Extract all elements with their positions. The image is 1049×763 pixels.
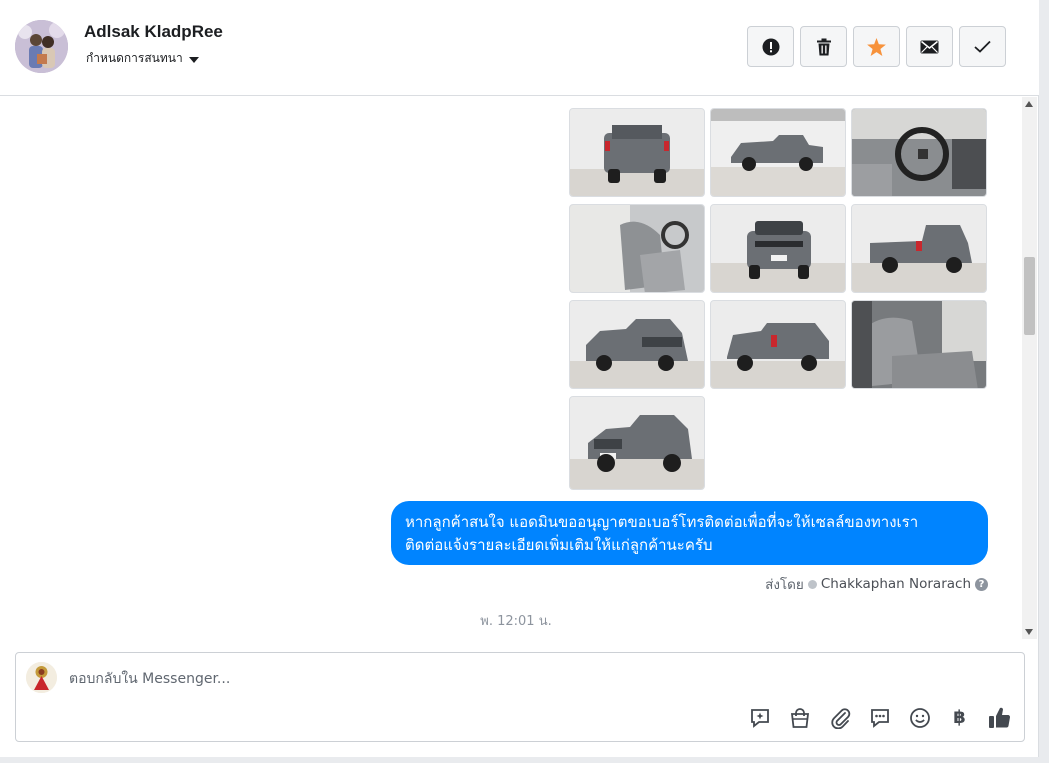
mark-done-button[interactable] [959, 26, 1006, 67]
like-button[interactable] [987, 705, 1012, 730]
assign-label: กำหนดการสนทนา [86, 51, 183, 65]
photo-attachment[interactable] [569, 300, 705, 389]
photo-attachment[interactable] [569, 396, 705, 490]
photo-attachment[interactable] [569, 108, 705, 197]
reply-composer: ฿ [15, 652, 1025, 742]
sent-by-label: ส่งโดย [765, 577, 804, 593]
photo-attachment[interactable] [710, 108, 846, 197]
sparkle-chat-icon [750, 708, 769, 728]
composer-tools: ฿ [747, 705, 1012, 730]
attach-button[interactable] [827, 705, 852, 730]
smiley-icon [909, 707, 930, 728]
baht-icon: ฿ [953, 707, 966, 728]
quick-reply-button[interactable] [867, 705, 892, 730]
emoji-button[interactable] [907, 705, 932, 730]
message-timestamp: พ. 12:01 น. [480, 614, 552, 629]
message-thread[interactable]: หากลูกค้าสนใจ แอดมินขออนุญาตขอเบอร์โทรติ… [0, 97, 1022, 639]
sender-name[interactable]: Chakkaphan Norarach [821, 576, 971, 592]
mark-unread-button[interactable] [906, 26, 953, 67]
saved-reply-button[interactable] [747, 705, 772, 730]
scroll-up-arrow-icon[interactable] [1025, 101, 1033, 107]
payment-button[interactable]: ฿ [947, 705, 972, 730]
photo-attachment[interactable] [851, 108, 987, 197]
page-avatar [26, 662, 57, 693]
scroll-thumb[interactable] [1024, 257, 1035, 335]
shop-button[interactable] [787, 705, 812, 730]
verified-icon [807, 579, 817, 589]
envelope-icon [920, 40, 939, 53]
assign-conversation-dropdown[interactable]: กำหนดการสนทนา [86, 49, 199, 68]
conversation-panel: Adlsak KladpRee กำหนดการสนทนา หากลูกค้าส… [0, 0, 1039, 757]
trash-icon [816, 38, 831, 55]
checkmark-icon [974, 40, 991, 53]
contact-avatar[interactable] [15, 20, 68, 73]
contact-name[interactable]: Adlsak KladpRee [84, 22, 223, 42]
reply-input[interactable] [69, 667, 969, 691]
help-icon[interactable]: ? [975, 577, 988, 591]
header-actions [747, 26, 1006, 67]
photo-attachment[interactable] [710, 300, 846, 389]
message-text-line-2: ติดต่อแจ้งรายละเอียดเพิ่มเติมให้แก่ลูกค้… [405, 536, 713, 554]
photo-attachment[interactable] [851, 204, 987, 293]
star-icon [867, 37, 886, 56]
shopping-bag-icon [790, 707, 809, 728]
photo-attachment[interactable] [851, 300, 987, 389]
chat-bubble-icon [870, 708, 889, 728]
thread-scrollbar[interactable] [1022, 97, 1037, 639]
delete-button[interactable] [800, 26, 847, 67]
report-button[interactable] [747, 26, 794, 67]
star-button[interactable] [853, 26, 900, 67]
message-bubble[interactable]: หากลูกค้าสนใจ แอดมินขออนุญาตขอเบอร์โทรติ… [391, 501, 988, 565]
thumbs-up-icon [988, 707, 1010, 728]
caret-down-icon [188, 56, 199, 63]
paperclip-icon [830, 707, 850, 729]
photo-attachment[interactable] [569, 204, 705, 293]
exclamation-circle-icon [762, 38, 779, 55]
conversation-header: Adlsak KladpRee กำหนดการสนทนา [0, 0, 1039, 96]
message-text-line-1: หากลูกค้าสนใจ แอดมินขออนุญาตขอเบอร์โทรติ… [405, 513, 919, 531]
sent-by-info: ส่งโดย Chakkaphan Norarach ? [765, 573, 988, 595]
scroll-down-arrow-icon[interactable] [1025, 629, 1033, 635]
photo-attachment[interactable] [710, 204, 846, 293]
